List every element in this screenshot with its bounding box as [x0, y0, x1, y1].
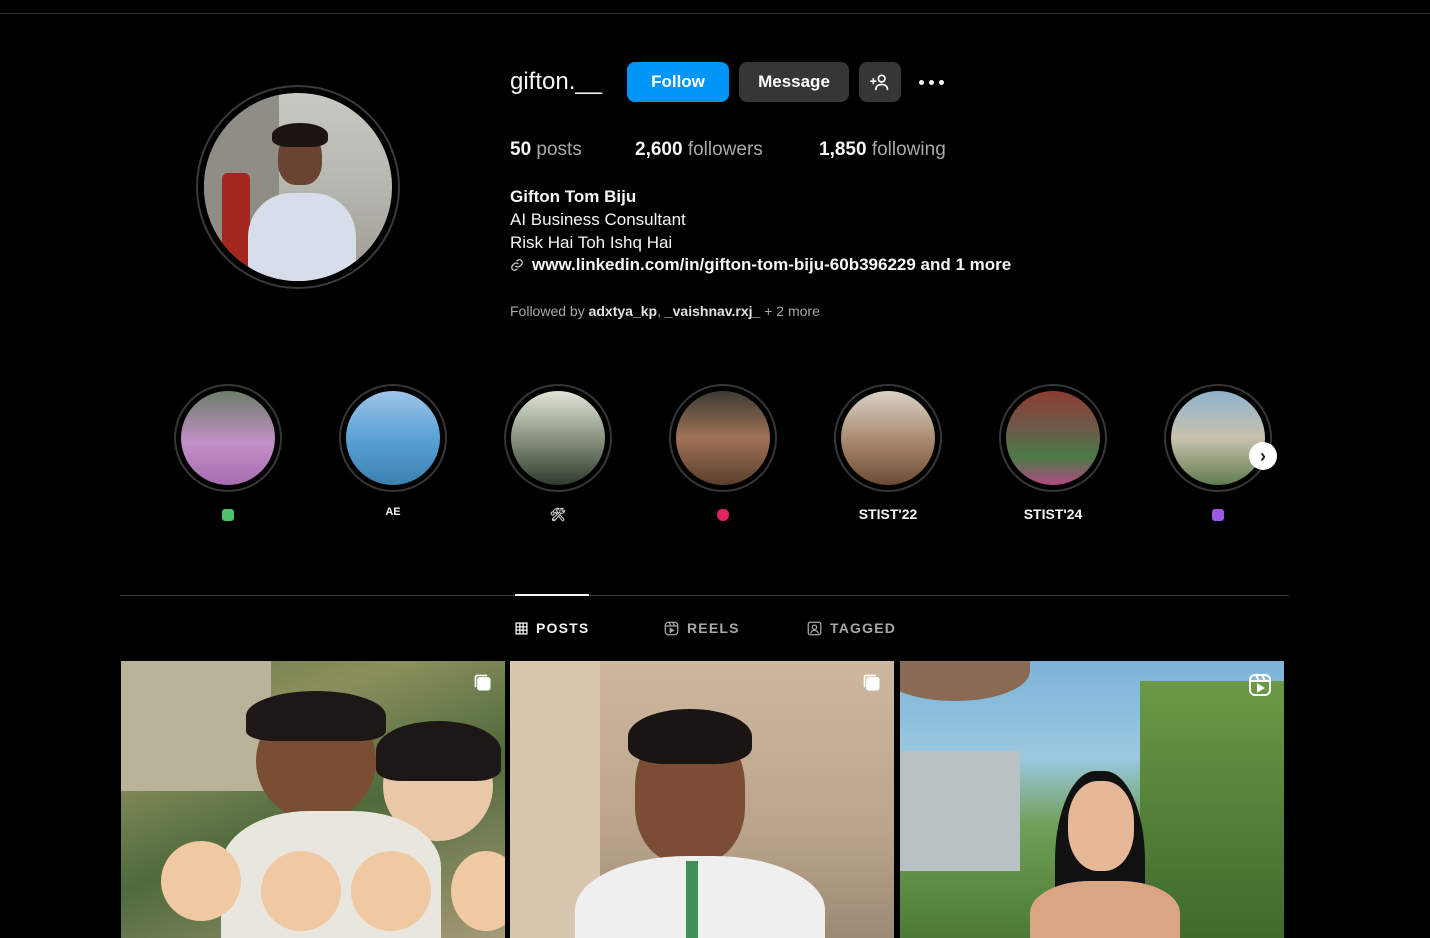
add-person-icon	[870, 74, 889, 91]
story-highlight[interactable]: STIST'24	[999, 384, 1107, 524]
top-divider	[0, 13, 1430, 14]
post-thumbnail[interactable]	[121, 661, 505, 938]
followers-count[interactable]: 2,600 followers	[635, 139, 763, 161]
followed-by[interactable]: Followed by adxtya_kp, _vaishnav.rxj_ + …	[510, 303, 820, 319]
profile-avatar[interactable]	[196, 85, 400, 289]
chevron-right-icon[interactable]: ›	[1249, 442, 1277, 470]
highlight-cover	[841, 391, 935, 485]
bio-link[interactable]: www.linkedin.com/in/gifton-tom-biju-60b3…	[510, 255, 1011, 275]
tab-posts[interactable]: POSTS	[515, 620, 589, 636]
highlight-cover	[511, 391, 605, 485]
profile-full-name: Gifton Tom Biju	[510, 187, 637, 206]
story-highlight[interactable]: AE	[339, 384, 447, 524]
carousel-icon	[474, 674, 491, 691]
tools-icon: 🛠	[549, 507, 567, 522]
highlight-label: AE	[385, 506, 401, 518]
suggested-users-button[interactable]	[859, 62, 901, 102]
story-highlight[interactable]: 🛠	[504, 384, 612, 524]
profile-username: gifton.__	[510, 68, 603, 95]
tab-reels[interactable]: REELS	[664, 620, 740, 636]
highlight-cover	[1171, 391, 1265, 485]
following-count[interactable]: 1,850 following	[819, 139, 946, 161]
story-highlight[interactable]	[174, 384, 282, 524]
bio-line: AI Business Consultant	[510, 210, 686, 229]
carousel-icon	[863, 674, 880, 691]
highlight-cover	[1006, 391, 1100, 485]
highlight-label: STIST'24	[1023, 506, 1083, 522]
reel-icon	[1249, 674, 1271, 696]
highlight-label: STIST'22	[858, 506, 918, 522]
tagged-icon	[807, 621, 822, 635]
tabs-divider	[120, 595, 1289, 596]
highlight-cover	[346, 391, 440, 485]
avatar-photo	[204, 93, 392, 281]
story-highlight[interactable]: STIST'22	[834, 384, 942, 524]
bio-line: Risk Hai Toh Ishq Hai	[510, 233, 673, 252]
post-thumbnail[interactable]	[510, 661, 894, 938]
posts-count: 50 posts	[510, 139, 582, 160]
message-button[interactable]: Message	[739, 62, 849, 102]
reels-icon	[664, 621, 679, 635]
active-tab-indicator	[515, 594, 589, 596]
link-icon	[511, 259, 523, 271]
story-highlight[interactable]	[669, 384, 777, 524]
highlight-cover	[676, 391, 770, 485]
heart-emoji-icon	[717, 509, 729, 522]
follow-button[interactable]: Follow	[627, 62, 729, 102]
highlight-emoji-icon	[222, 509, 234, 522]
post-thumbnail[interactable]	[900, 661, 1284, 938]
purple-heart-emoji-icon	[1212, 509, 1224, 522]
tab-tagged[interactable]: TAGGED	[807, 620, 896, 636]
grid-icon	[515, 621, 528, 635]
options-more-icon[interactable]	[912, 66, 950, 98]
highlight-cover	[181, 391, 275, 485]
